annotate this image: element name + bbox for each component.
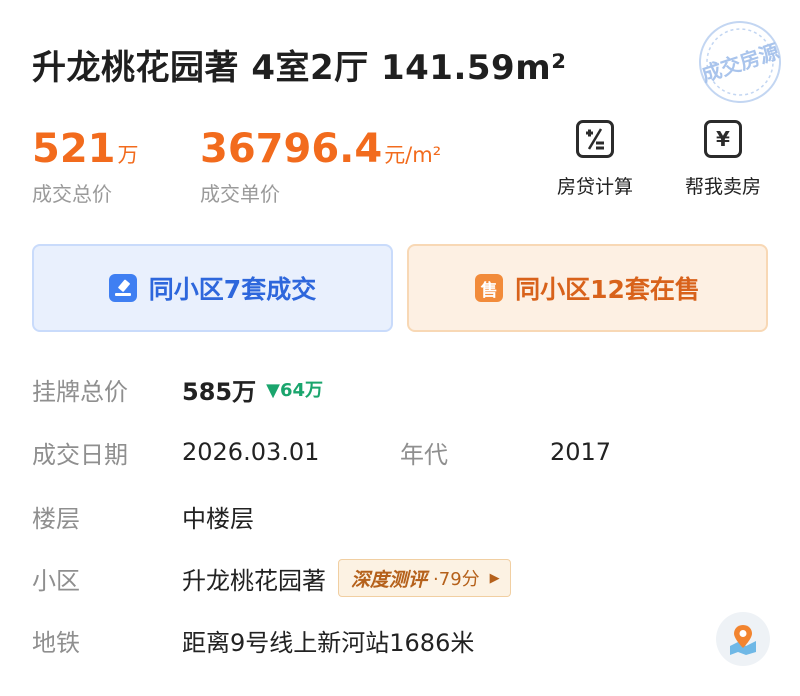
mortgage-calculator-label: 房贷计算 — [556, 176, 633, 198]
stamp-text: 成交房源 — [699, 39, 783, 87]
deep-review-badge[interactable]: 深度测评 ·79分 ▶ — [338, 559, 511, 597]
deal-stamp-icon: 成交房源 — [699, 21, 783, 103]
floor-key: 楼层 — [32, 504, 80, 533]
same-community-onsale-button[interactable]: 售 同小区12套在售 — [407, 244, 768, 332]
list-price-key: 挂牌总价 — [32, 377, 128, 406]
total-price-caption: 成交总价 — [32, 182, 112, 206]
same-community-sold-label: 同小区7套成交 — [148, 275, 317, 304]
help-sell-button[interactable]: ¥ 帮我卖房 — [668, 120, 778, 199]
help-sell-label: 帮我卖房 — [684, 176, 761, 198]
total-price-unit: 万 — [117, 143, 139, 167]
unit-price-unit: 元/m² — [384, 143, 442, 167]
gavel-icon — [108, 274, 137, 302]
yuan-icon: ¥ — [704, 120, 745, 161]
price-drop-badge: ▼64万 — [266, 380, 324, 401]
floor-value: 中楼层 — [182, 504, 254, 533]
metro-value: 距离9号线上新河站1686米 — [182, 628, 475, 657]
chevron-right-icon: ▶ — [489, 570, 500, 586]
unit-price-caption: 成交单价 — [200, 182, 280, 206]
metro-key: 地铁 — [32, 628, 80, 657]
deep-review-score: ·79分 — [433, 569, 480, 590]
deep-review-title: 深度测评 — [351, 568, 428, 591]
unit-price: 36796.4元/m² — [200, 126, 442, 172]
deal-date-row: 成交日期 2026.03.01 — [32, 432, 319, 472]
unit-price-block: 36796.4元/m² 成交单价 — [200, 126, 441, 207]
community-key: 小区 — [32, 566, 80, 595]
metro-row: 地铁 距离9号线上新河站1686米 — [32, 620, 474, 660]
deal-date-key: 成交日期 — [32, 440, 128, 469]
community-value: 升龙桃花园著 — [182, 566, 326, 595]
list-price-value: 585万 — [182, 377, 257, 406]
total-price-block: 521万 成交总价 — [32, 126, 139, 207]
year-value: 2017 — [550, 438, 612, 466]
same-community-onsale-label: 同小区12套在售 — [515, 275, 700, 304]
community-row: 小区 升龙桃花园著 深度测评 ·79分 ▶ — [32, 558, 511, 598]
sale-tag-icon: 售 — [475, 274, 504, 302]
year-key: 年代 — [400, 440, 448, 469]
deal-date-value: 2026.03.01 — [182, 438, 320, 466]
list-price-row: 挂牌总价 585万 ▼64万 — [32, 369, 323, 409]
same-community-sold-button[interactable]: 同小区7套成交 — [32, 244, 393, 332]
map-location-button[interactable] — [716, 612, 770, 666]
floor-row: 楼层 中楼层 — [32, 496, 254, 536]
listing-title: 升龙桃花园著 4室2厅 141.59m² — [32, 48, 567, 88]
mortgage-calculator-button[interactable]: 房贷计算 — [540, 120, 650, 199]
map-pin-icon — [730, 625, 756, 655]
total-price: 521万 — [32, 126, 139, 172]
calculator-icon — [576, 120, 617, 161]
